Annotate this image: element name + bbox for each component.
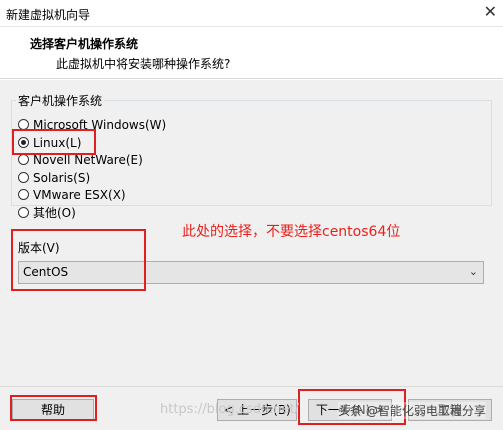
close-icon[interactable]: ✕ bbox=[484, 2, 497, 21]
radio-circle[interactable] bbox=[18, 154, 29, 165]
radio-circle[interactable] bbox=[18, 172, 29, 183]
wizard-content: 客户机操作系统 Microsoft Windows(W) Linux(L) No… bbox=[0, 80, 503, 386]
window-title: 新建虚拟机向导 bbox=[6, 8, 91, 22]
radio-solaris[interactable]: Solaris(S) bbox=[18, 170, 90, 187]
page-title: 选择客户机操作系统 bbox=[30, 37, 139, 51]
radio-other[interactable]: 其他(O) bbox=[18, 205, 76, 222]
wizard-header: 选择客户机操作系统 此虚拟机中将安装哪种操作系统? bbox=[0, 27, 503, 79]
radio-label: Novell NetWare(E) bbox=[33, 153, 143, 167]
radio-label: 其他(O) bbox=[33, 206, 76, 220]
help-highlight-box bbox=[10, 395, 97, 421]
title-bar: 新建虚拟机向导 ✕ bbox=[0, 0, 503, 27]
page-subtitle: 此虚拟机中将安装哪种操作系统? bbox=[56, 57, 231, 71]
radio-circle[interactable] bbox=[18, 189, 29, 200]
chevron-down-icon[interactable]: ⌄ bbox=[469, 265, 478, 278]
radio-circle[interactable] bbox=[18, 207, 29, 218]
version-highlight-box bbox=[11, 229, 146, 291]
credit-watermark: 头条 @智能化弱电工程分享 bbox=[338, 402, 486, 419]
guest-os-group-label: 客户机操作系统 bbox=[16, 92, 105, 109]
radio-label: VMware ESX(X) bbox=[33, 188, 126, 202]
radio-esx[interactable]: VMware ESX(X) bbox=[18, 187, 126, 204]
annotation-text: 此处的选择，不要选择centos64位 bbox=[182, 224, 401, 240]
radio-label: Solaris(S) bbox=[33, 171, 91, 185]
watermark: https://blog.csdn.net/ bbox=[160, 402, 300, 417]
linux-highlight-box bbox=[12, 129, 96, 155]
